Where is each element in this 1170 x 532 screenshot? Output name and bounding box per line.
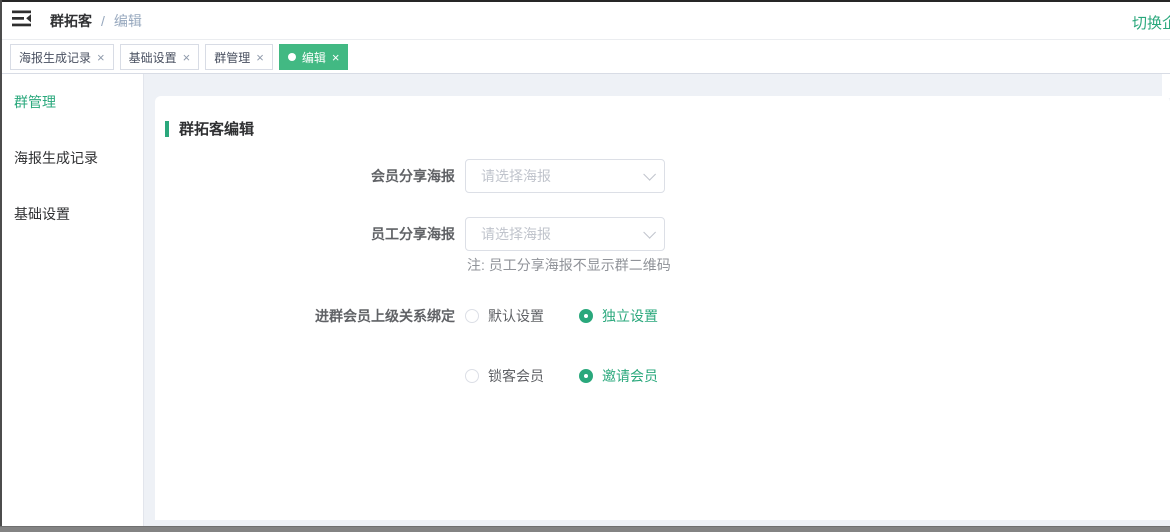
select-placeholder: 请选择海报 — [481, 224, 551, 244]
tags-view-bar: 海报生成记录 × 基础设置 × 群管理 × 编辑 × — [0, 40, 1170, 74]
breadcrumb: 群拓客 / 编辑 — [50, 11, 142, 31]
form-row-staff-poster: 员工分享海报 请选择海报 — [155, 217, 1170, 251]
top-navbar: 群拓客 / 编辑 切换企业 — [0, 2, 1170, 40]
sidebar-item-label: 基础设置 — [14, 204, 70, 224]
sidebar-menu: 群管理 海报生成记录 基础设置 — [0, 74, 144, 526]
close-icon[interactable]: × — [183, 51, 191, 64]
select-placeholder: 请选择海报 — [481, 166, 551, 186]
horizontal-scrollbar[interactable] — [0, 526, 1170, 532]
radio-locked-member[interactable]: 锁客会员 — [465, 366, 544, 386]
radio-icon — [579, 309, 593, 323]
radio-icon — [465, 369, 479, 383]
chevron-down-icon — [643, 168, 656, 181]
close-icon[interactable]: × — [332, 51, 340, 64]
tab-edit-active[interactable]: 编辑 × — [279, 44, 349, 70]
workspace: 群管理 海报生成记录 基础设置 群拓客编辑 会员分享海报 请选择海报 — [0, 74, 1170, 526]
field-label: 员工分享海报 — [155, 224, 455, 244]
sidebar-item-basic-settings[interactable]: 基础设置 — [0, 186, 143, 242]
page-title: 群拓客编辑 — [179, 118, 254, 139]
tab-label: 群管理 — [214, 49, 250, 66]
tab-label: 编辑 — [302, 49, 326, 66]
radio-label: 默认设置 — [488, 306, 544, 326]
breadcrumb-item-current: 编辑 — [114, 11, 142, 31]
section-title: 群拓客编辑 — [165, 118, 254, 139]
radio-label: 邀请会员 — [602, 366, 658, 386]
tab-group-management[interactable]: 群管理 × — [205, 44, 273, 70]
scrollbar-track[interactable] — [1162, 74, 1170, 98]
form-row-member-poster: 会员分享海报 请选择海报 — [155, 159, 1170, 193]
radio-independent-setting[interactable]: 独立设置 — [579, 306, 658, 326]
active-tab-dot-icon — [288, 53, 296, 61]
content-card: 群拓客编辑 会员分享海报 请选择海报 员工分享海报 请选择海报 — [155, 96, 1170, 520]
sidebar-item-poster-records[interactable]: 海报生成记录 — [0, 130, 143, 186]
form-row-member-type: 锁客会员 邀请会员 — [155, 359, 1170, 393]
chevron-down-icon — [643, 226, 656, 239]
radio-invited-member[interactable]: 邀请会员 — [579, 366, 658, 386]
close-icon[interactable]: × — [256, 51, 264, 64]
field-label: 进群会员上级关系绑定 — [155, 306, 455, 326]
sidebar-item-group-management[interactable]: 群管理 — [0, 74, 143, 130]
radio-default-setting[interactable]: 默认设置 — [465, 306, 544, 326]
radio-group-member-type: 锁客会员 邀请会员 — [465, 366, 658, 386]
radio-group-setting-mode: 默认设置 独立设置 — [465, 306, 658, 326]
breadcrumb-separator: / — [101, 13, 105, 29]
field-label: 会员分享海报 — [155, 166, 455, 186]
close-icon[interactable]: × — [97, 51, 105, 64]
hamburger-icon — [12, 10, 32, 32]
tab-poster-records[interactable]: 海报生成记录 × — [10, 44, 114, 70]
sidebar-item-label: 海报生成记录 — [14, 148, 98, 168]
breadcrumb-item-root[interactable]: 群拓客 — [50, 11, 92, 31]
title-marker-bar — [165, 121, 169, 137]
window-left-edge — [0, 0, 2, 526]
tab-label: 海报生成记录 — [19, 49, 91, 66]
radio-label: 独立设置 — [602, 306, 658, 326]
sidebar-item-label: 群管理 — [14, 92, 56, 112]
staff-poster-select[interactable]: 请选择海报 — [465, 217, 665, 251]
app-window: 群拓客 / 编辑 切换企业 海报生成记录 × 基础设置 × 群管理 × 编辑 ×… — [0, 0, 1170, 532]
tab-basic-settings[interactable]: 基础设置 × — [120, 44, 200, 70]
radio-icon — [579, 369, 593, 383]
radio-label: 锁客会员 — [488, 366, 544, 386]
radio-icon — [465, 309, 479, 323]
member-poster-select[interactable]: 请选择海报 — [465, 159, 665, 193]
staff-poster-note: 注: 员工分享海报不显示群二维码 — [467, 255, 671, 275]
tab-label: 基础设置 — [129, 49, 177, 66]
sidebar-toggle-button[interactable] — [0, 2, 44, 39]
form-row-relation-bind: 进群会员上级关系绑定 默认设置 独立设置 — [155, 299, 1170, 333]
switch-company-link[interactable]: 切换企业 — [1132, 12, 1170, 33]
window-top-edge — [0, 0, 1170, 2]
